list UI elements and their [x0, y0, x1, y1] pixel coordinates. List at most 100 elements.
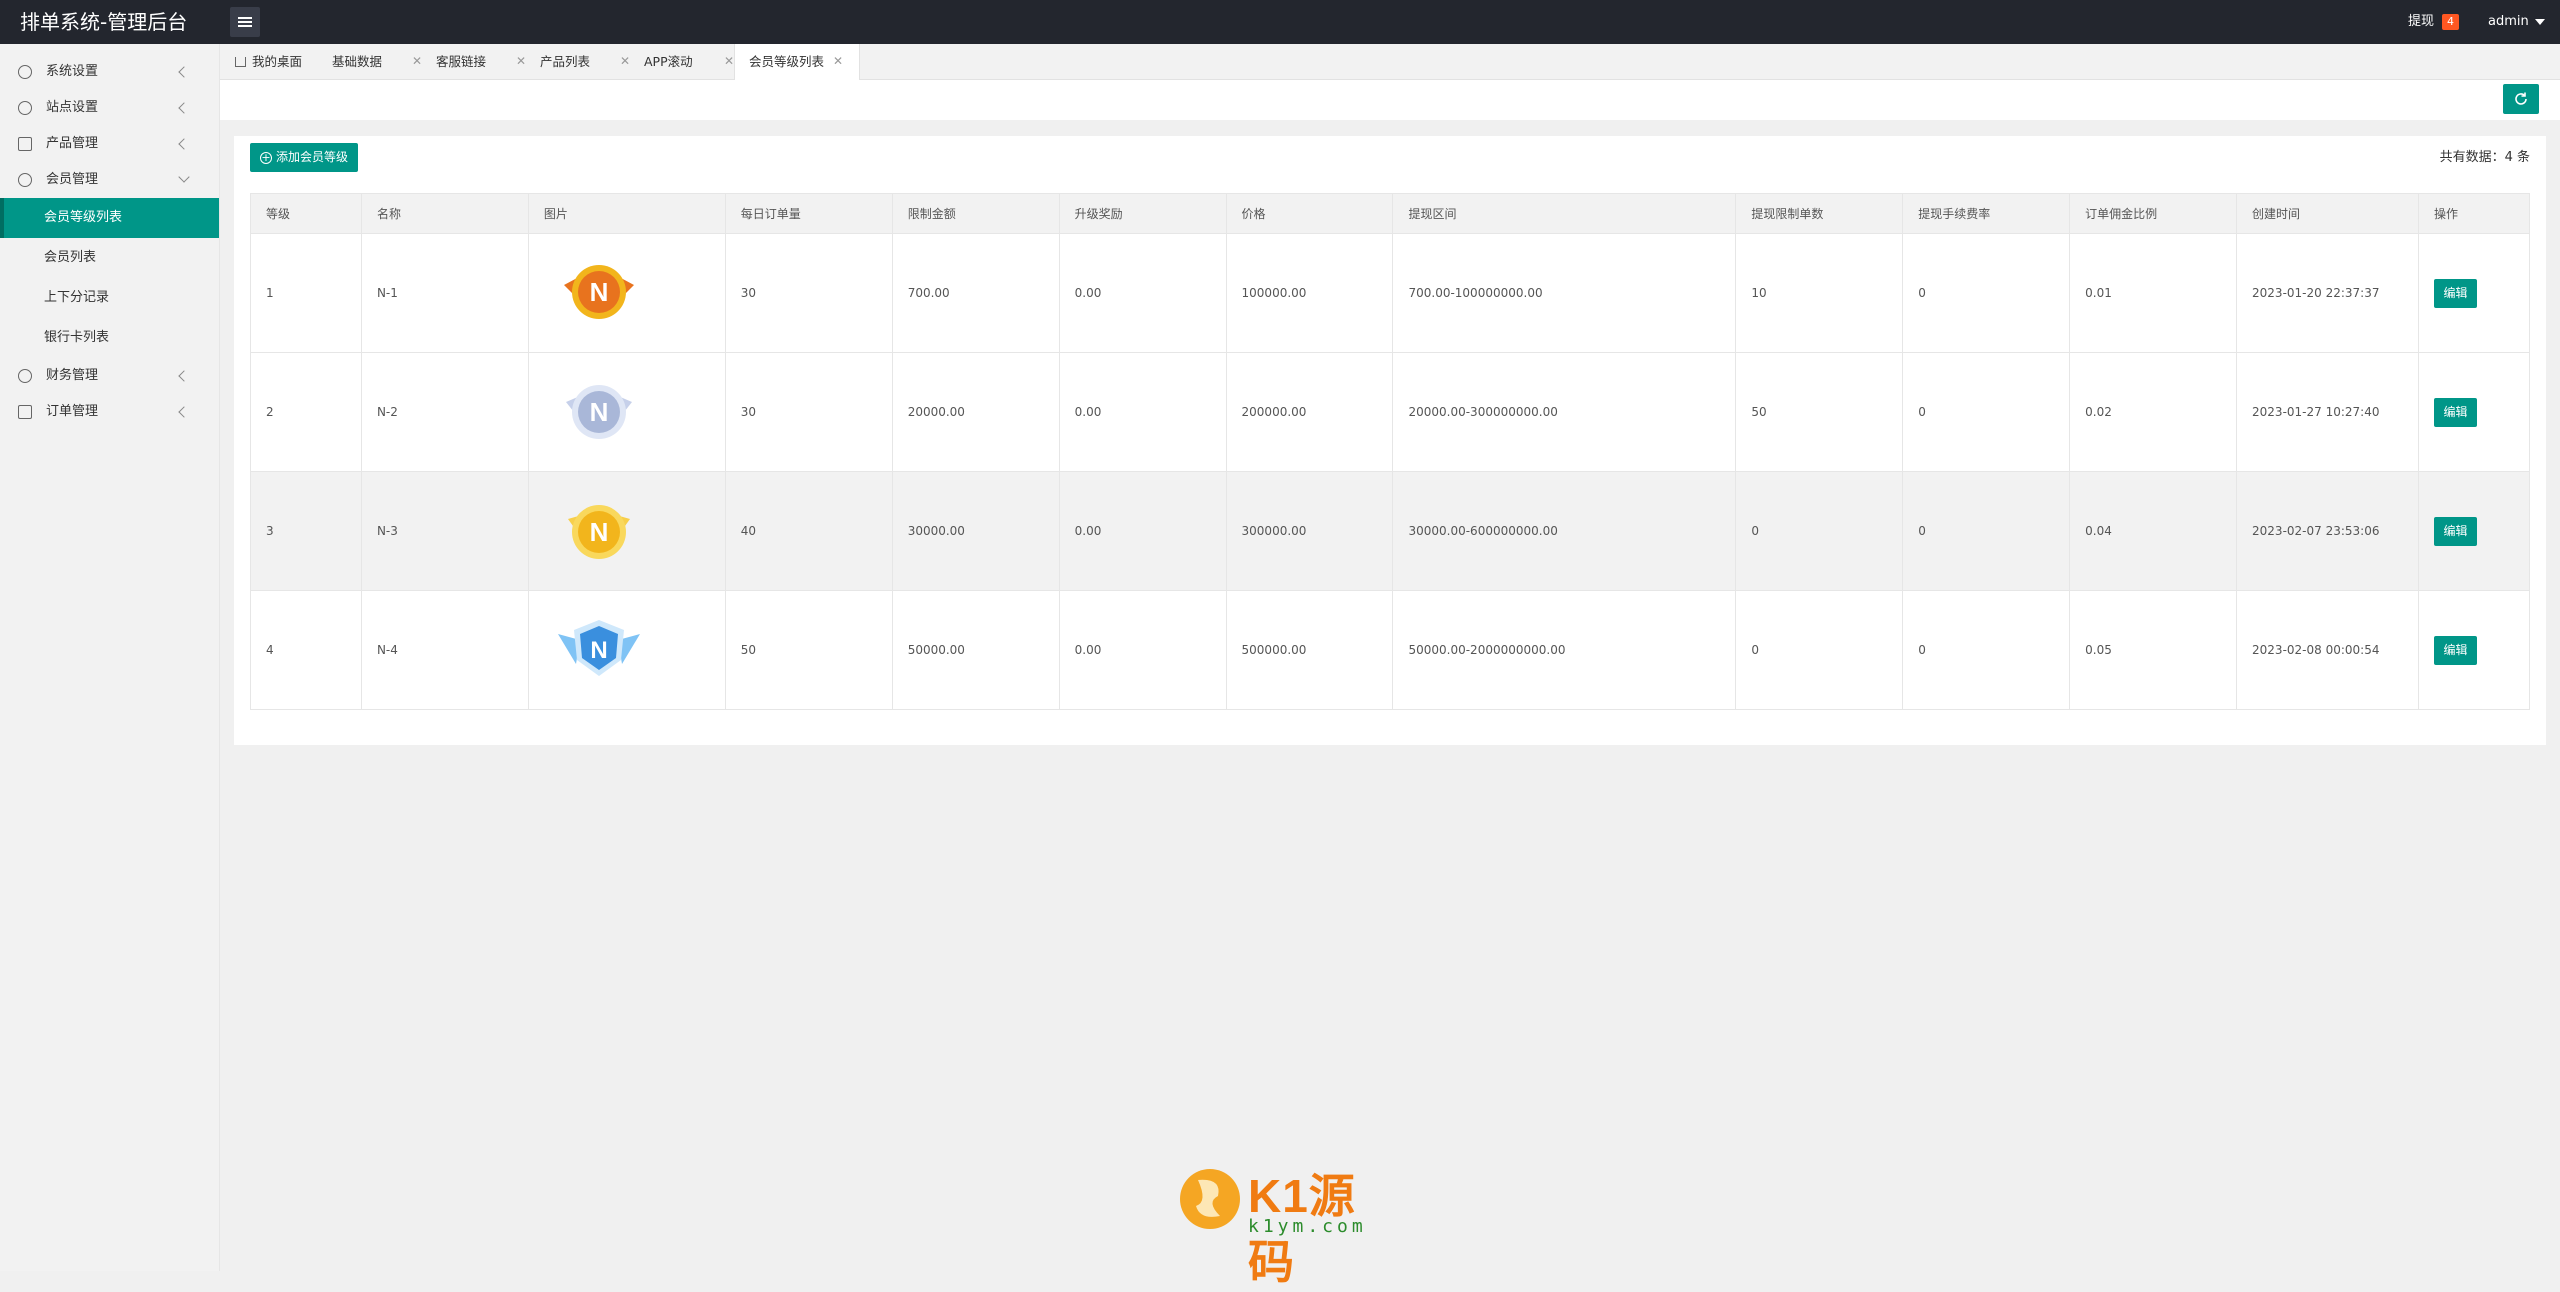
column-header: 升级奖励: [1058, 193, 1227, 234]
home-icon: [235, 57, 246, 67]
tab-bar: 我的桌面 基础数据 ✕ 客服链接 ✕ 产品列表 ✕ APP滚动 ✕ 会员等级列表 ✕: [220, 44, 2560, 80]
tab-label: 会员等级列表: [749, 54, 825, 69]
level-badge-image: N: [557, 619, 640, 676]
sidebar-item-site[interactable]: 站点设置: [0, 90, 219, 126]
add-button-label: 添加会员等级: [276, 150, 349, 164]
layers-icon: [18, 137, 32, 151]
chevron-left-icon: [178, 370, 190, 382]
withdraw-fee-cell: 0: [1902, 471, 2071, 591]
upgrade-reward-cell: 0.00: [1058, 352, 1227, 472]
level-badge-image: N: [563, 264, 634, 319]
level-cell: 1: [250, 233, 362, 353]
edit-button[interactable]: 编辑: [2433, 278, 2477, 308]
limit-amount-cell: 20000.00: [891, 352, 1060, 472]
withdraw-count-cell: 10: [1735, 233, 1904, 353]
withdraw-range-cell: 700.00-100000000.00: [1392, 233, 1737, 353]
chevron-left-icon: [178, 66, 190, 78]
user-name: admin: [2488, 14, 2529, 29]
close-icon[interactable]: ✕: [516, 55, 526, 67]
level-cell: 3: [250, 471, 362, 591]
close-icon[interactable]: ✕: [620, 55, 630, 67]
column-header: 提现区间: [1392, 193, 1737, 234]
created-time-cell: 2023-01-27 10:27:40: [2236, 352, 2419, 472]
close-icon[interactable]: ✕: [833, 55, 843, 67]
withdraw-notice[interactable]: 提现 4: [2408, 0, 2460, 44]
image-cell: N: [527, 352, 726, 472]
sidebar-item-orders[interactable]: 订单管理: [0, 394, 219, 430]
sidebar-item-system[interactable]: 系统设置: [0, 54, 219, 90]
upgrade-reward-cell: 0.00: [1058, 471, 1227, 591]
user-menu[interactable]: admin: [2488, 0, 2545, 44]
name-cell: N-3: [360, 471, 529, 591]
sidebar-subitem-balance-records[interactable]: 上下分记录: [0, 278, 219, 318]
level-cell: 4: [250, 590, 362, 710]
table-row: 3 N-3 N 40 30000.00 0.00 300000.00 30000…: [250, 471, 2531, 591]
limit-amount-cell: 50000.00: [891, 590, 1060, 710]
sidebar-item-products[interactable]: 产品管理: [0, 126, 219, 162]
sidebar-subitem-bank-cards[interactable]: 银行卡列表: [0, 318, 219, 358]
withdraw-fee-cell: 0: [1902, 233, 2071, 353]
column-header: 每日订单量: [724, 193, 893, 234]
refresh-icon: [18, 101, 32, 115]
withdraw-fee-cell: 0: [1902, 590, 2071, 710]
svg-text:N: N: [589, 277, 608, 307]
image-cell: N: [527, 590, 726, 710]
tab-app-scroll[interactable]: APP滚动 ✕: [644, 44, 744, 80]
member-level-table: 等级 名称 图片 每日订单量 限制金额 升级奖励 价格 提现区间 提现限制单数 …: [250, 193, 2531, 710]
created-time-cell: 2023-01-20 22:37:37: [2236, 233, 2419, 353]
edit-button[interactable]: 编辑: [2433, 397, 2477, 427]
edit-button[interactable]: 编辑: [2433, 635, 2477, 665]
add-member-level-button[interactable]: + 添加会员等级: [250, 143, 358, 172]
created-time-cell: 2023-02-08 00:00:54: [2236, 590, 2419, 710]
k1-logo-icon: [1180, 1169, 1240, 1229]
limit-amount-cell: 700.00: [891, 233, 1060, 353]
upgrade-reward-cell: 0.00: [1058, 590, 1227, 710]
table-header-row: 等级 名称 图片 每日订单量 限制金额 升级奖励 价格 提现区间 提现限制单数 …: [250, 193, 2531, 234]
top-bar: 排单系统-管理后台 提现 4 admin: [0, 0, 2560, 44]
daily-orders-cell: 30: [724, 352, 893, 472]
svg-text:N: N: [589, 397, 608, 427]
tab-basic-data[interactable]: 基础数据 ✕: [332, 44, 432, 80]
app-title: 排单系统-管理后台: [20, 10, 188, 34]
tab-label: 产品列表: [540, 54, 591, 69]
action-cell: 编辑: [2417, 590, 2531, 710]
withdraw-count-cell: 50: [1735, 352, 1904, 472]
withdraw-range-cell: 30000.00-600000000.00: [1392, 471, 1737, 591]
refresh-button[interactable]: [2503, 84, 2539, 114]
layers-icon: [18, 405, 32, 419]
level-badge-image: N: [567, 504, 630, 559]
column-header: 限制金额: [891, 193, 1060, 234]
daily-orders-cell: 40: [724, 471, 893, 591]
commission-cell: 0.01: [2069, 233, 2238, 353]
tab-service-link[interactable]: 客服链接 ✕: [436, 44, 536, 80]
withdraw-count-cell: 0: [1735, 471, 1904, 591]
edit-button[interactable]: 编辑: [2433, 516, 2477, 546]
svg-text:N: N: [590, 637, 607, 664]
level-cell: 2: [250, 352, 362, 472]
tab-product-list[interactable]: 产品列表 ✕: [540, 44, 640, 80]
commission-cell: 0.04: [2069, 471, 2238, 591]
close-icon[interactable]: ✕: [412, 55, 422, 67]
menu-toggle-button[interactable]: [230, 7, 260, 37]
sidebar-subitem-member-list[interactable]: 会员列表: [0, 238, 219, 278]
column-header: 创建时间: [2236, 193, 2419, 234]
chevron-left-icon: [178, 406, 190, 418]
sidebar-item-finance[interactable]: 财务管理: [0, 358, 219, 394]
column-header: 提现手续费率: [1902, 193, 2071, 234]
caret-down-icon: [2534, 18, 2545, 25]
table-row: 4 N-4 N 50 50000.00 0.00 500000.00 50000…: [250, 590, 2531, 710]
column-header: 名称: [360, 193, 529, 234]
chevron-left-icon: [178, 138, 190, 150]
close-icon[interactable]: ✕: [724, 55, 734, 67]
tab-label: APP滚动: [644, 54, 693, 69]
tab-member-levels[interactable]: 会员等级列表 ✕: [734, 44, 860, 80]
action-cell: 编辑: [2417, 352, 2531, 472]
sidebar-subitem-member-levels[interactable]: 会员等级列表: [0, 198, 219, 238]
withdraw-range-cell: 50000.00-2000000000.00: [1392, 590, 1737, 710]
sidebar-item-members[interactable]: 会员管理: [0, 162, 219, 198]
tab-desktop[interactable]: 我的桌面: [235, 44, 325, 80]
price-cell: 300000.00: [1225, 471, 1394, 591]
column-header: 订单佣金比例: [2069, 193, 2238, 234]
sidebar-item-label: 系统设置: [46, 64, 99, 79]
tab-label: 基础数据: [332, 54, 383, 69]
